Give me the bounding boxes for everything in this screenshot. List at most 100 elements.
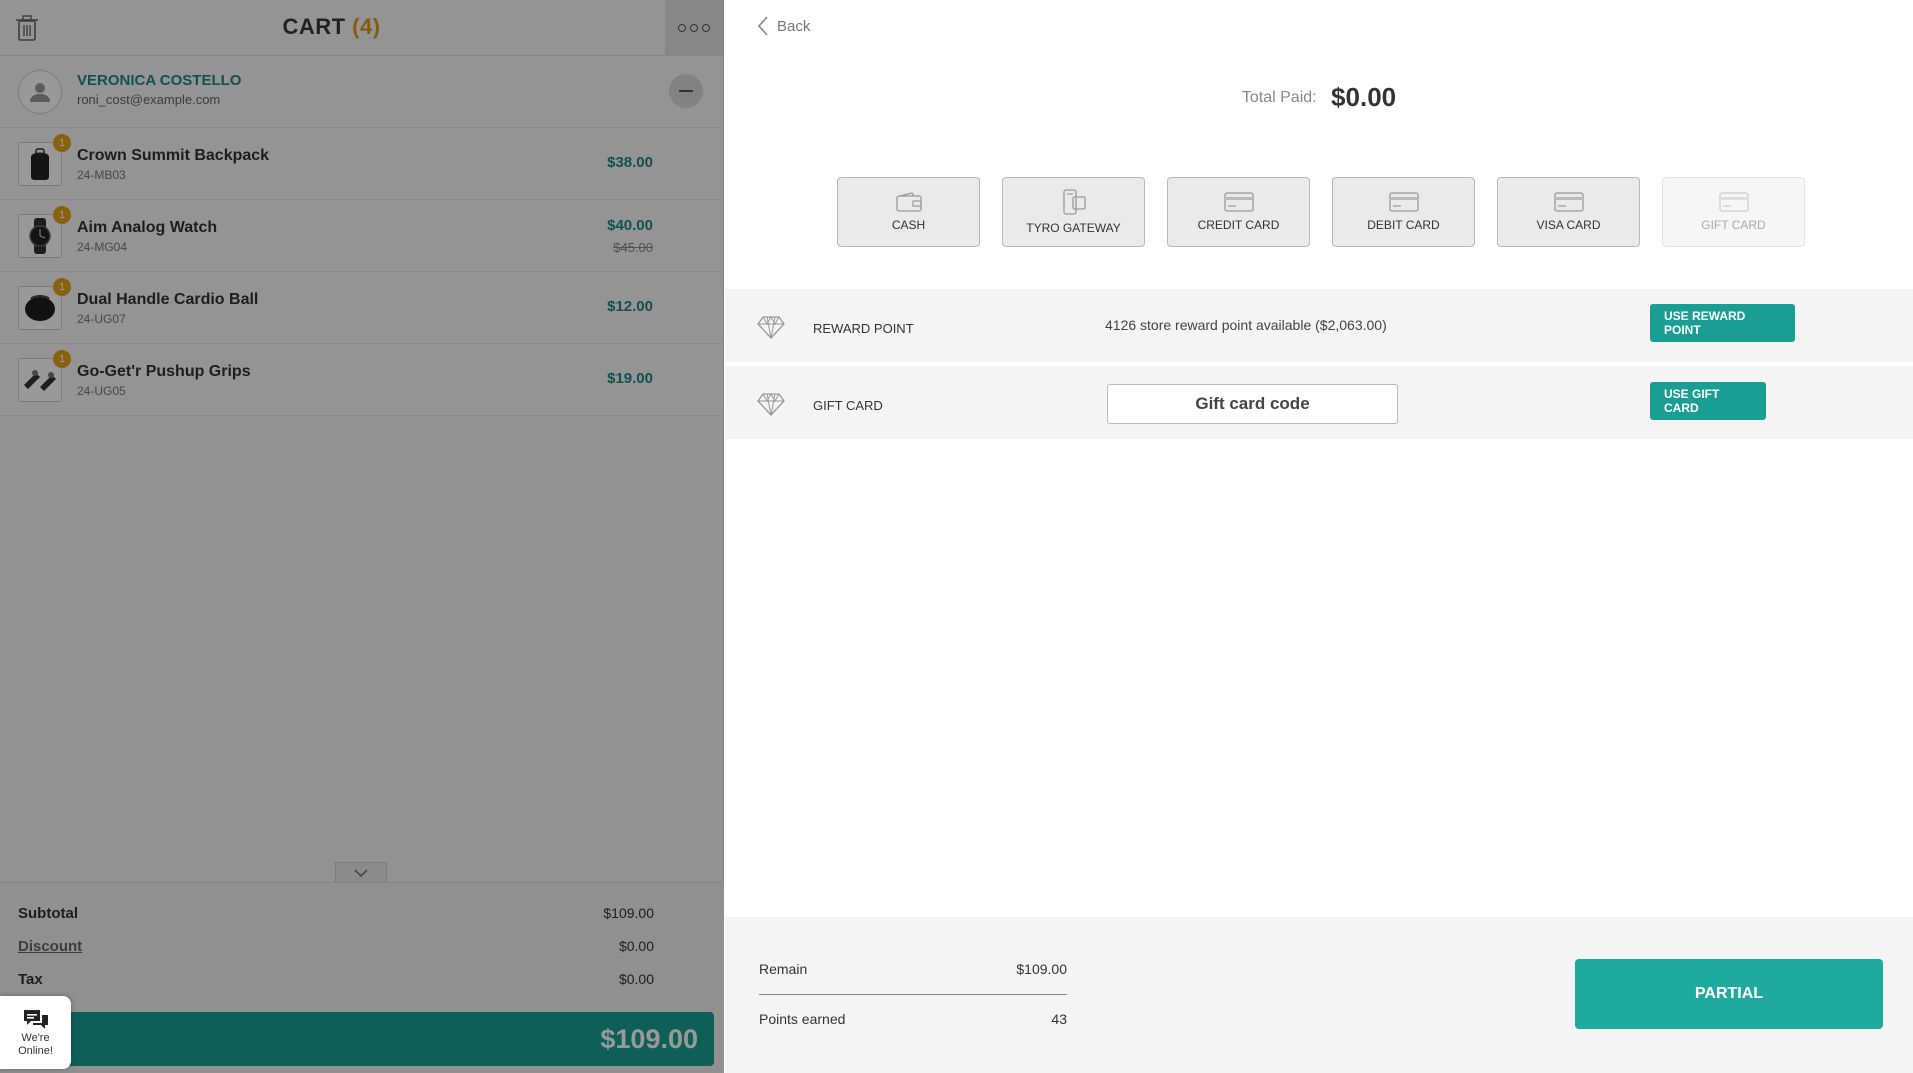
diamond-icon xyxy=(757,392,785,416)
payment-method-tyro-gateway[interactable]: TYRO GATEWAY xyxy=(1002,177,1145,247)
discount-link[interactable]: Discount xyxy=(18,938,82,955)
total-paid-label: Total Paid: xyxy=(1241,88,1317,106)
payment-method-debit-card[interactable]: DEBIT CARD xyxy=(1332,177,1475,247)
remain-row: Remain $109.00 xyxy=(759,961,1067,977)
subtotal-row: Subtotal $109.00 xyxy=(18,905,654,922)
item-price: $40.00 xyxy=(607,217,653,234)
backpack-icon xyxy=(31,148,49,180)
reward-point-label: REWARD POINT xyxy=(813,321,914,336)
more-options-button[interactable] xyxy=(665,0,723,55)
subtotal-value: $109.00 xyxy=(603,905,654,921)
subtotal-label: Subtotal xyxy=(18,905,78,922)
payment-footer: Remain $109.00 Points earned 43 PARTIAL xyxy=(725,917,1913,1073)
back-label: Back xyxy=(777,17,811,35)
cart-title-text: CART xyxy=(282,14,346,39)
customer-name: VERONICA COSTELLO xyxy=(77,72,242,89)
card-icon xyxy=(1718,192,1749,212)
card-icon xyxy=(1223,192,1254,212)
chat-widget[interactable]: We're Online! xyxy=(0,996,71,1069)
cart-header: CART (4) xyxy=(0,0,723,56)
dot-icon xyxy=(678,23,686,32)
item-name: Dual Handle Cardio Ball xyxy=(77,291,259,308)
minus-icon xyxy=(679,90,693,92)
remain-label: Remain xyxy=(759,961,808,977)
gift-card-code-input[interactable] xyxy=(1107,384,1398,424)
reward-point-row: REWARD POINT 4126 store reward point ava… xyxy=(725,289,1913,364)
user-icon xyxy=(30,83,50,102)
item-sku: 24-UG07 xyxy=(77,312,126,326)
item-sku: 24-MG04 xyxy=(77,240,128,254)
item-name: Go-Get'r Pushup Grips xyxy=(77,363,251,380)
payment-method-label: VISA CARD xyxy=(1536,218,1601,232)
watch-icon xyxy=(29,218,51,254)
payment-panel: Back Total Paid: $0.00 CASH TYRO GATEWAY… xyxy=(725,0,1913,1073)
gift-card-label: GIFT CARD xyxy=(813,398,883,413)
item-price: $38.00 xyxy=(607,154,653,171)
partial-button[interactable]: PARTIAL xyxy=(1575,959,1883,1029)
payment-method-credit-card[interactable]: CREDIT CARD xyxy=(1167,177,1310,247)
item-sku: 24-UG05 xyxy=(77,384,126,398)
payment-method-label: GIFT CARD xyxy=(1701,218,1766,232)
payment-methods: CASH TYRO GATEWAY CREDIT CARD DEBIT CARD… xyxy=(837,177,1827,247)
payment-method-label: DEBIT CARD xyxy=(1367,218,1440,232)
pushup-grips-icon xyxy=(24,370,56,391)
tax-label: Tax xyxy=(18,971,43,988)
cart-item[interactable]: 1 Dual Handle Cardio Ball 24-UG07 $12.00 xyxy=(0,272,723,344)
item-sku: 24-MB03 xyxy=(77,168,126,182)
card-icon xyxy=(1553,192,1584,212)
customer-row[interactable]: VERONICA COSTELLO roni_cost@example.com xyxy=(0,56,723,128)
collapse-totals-toggle[interactable] xyxy=(335,862,387,882)
payment-method-cash[interactable]: CASH xyxy=(837,177,980,247)
payment-method-label: CASH xyxy=(891,218,926,232)
use-gift-card-button[interactable]: USE GIFT CARD xyxy=(1650,382,1766,420)
quantity-badge: 1 xyxy=(53,134,71,152)
dot-icon xyxy=(702,23,710,32)
divider xyxy=(759,994,1067,995)
checkout-total-button[interactable]: $109.00 xyxy=(10,1012,714,1066)
points-earned-label: Points earned xyxy=(759,1011,846,1027)
ball-icon xyxy=(25,295,55,321)
quantity-badge: 1 xyxy=(53,350,71,368)
item-name: Aim Analog Watch xyxy=(77,219,218,236)
cart-item-count: (4) xyxy=(352,14,381,39)
gift-card-row: GIFT CARD USE GIFT CARD xyxy=(725,366,1913,441)
item-name: Crown Summit Backpack xyxy=(77,147,270,164)
payment-method-label: TYRO GATEWAY xyxy=(1026,221,1121,235)
card-icon xyxy=(1388,192,1419,212)
terminal-icon xyxy=(1062,189,1086,215)
item-price: $12.00 xyxy=(607,298,653,315)
reward-point-info: 4126 store reward point available ($2,06… xyxy=(1105,317,1387,333)
remove-customer-button[interactable] xyxy=(669,74,703,108)
chevron-down-icon xyxy=(354,868,368,877)
total-paid: Total Paid: $0.00 xyxy=(725,82,1913,113)
total-paid-value: $0.00 xyxy=(1331,82,1397,112)
chat-icon xyxy=(23,1009,48,1029)
payment-method-label: CREDIT CARD xyxy=(1197,218,1280,232)
item-original-price: $45.00 xyxy=(613,240,653,255)
item-price: $19.00 xyxy=(607,370,653,387)
dot-icon xyxy=(690,23,698,32)
cart-item[interactable]: 1 Aim Analog Watch 24-MG04 $40.00 $45.00 xyxy=(0,200,723,272)
chevron-left-icon xyxy=(757,16,768,36)
discount-value: $0.00 xyxy=(618,938,654,954)
tax-row: Tax $0.00 xyxy=(18,971,654,988)
payment-method-visa-card[interactable]: VISA CARD xyxy=(1497,177,1640,247)
use-reward-point-button[interactable]: USE REWARD POINT xyxy=(1650,304,1795,342)
tax-value: $0.00 xyxy=(618,971,654,987)
remain-value: $109.00 xyxy=(1016,961,1067,977)
cart-title: CART (4) xyxy=(0,14,663,40)
avatar xyxy=(18,70,62,114)
diamond-icon xyxy=(757,315,785,339)
chat-label: We're Online! xyxy=(18,1031,53,1057)
cart-item[interactable]: 1 Go-Get'r Pushup Grips 24-UG05 $19.00 xyxy=(0,344,723,416)
discount-row: Discount $0.00 xyxy=(18,938,654,955)
payment-method-gift-card: GIFT CARD xyxy=(1662,177,1805,247)
cart-item[interactable]: 1 Crown Summit Backpack 24-MB03 $38.00 xyxy=(0,128,723,200)
points-earned-row: Points earned 43 xyxy=(759,1011,1067,1027)
wallet-icon xyxy=(895,192,922,212)
back-button[interactable]: Back xyxy=(757,16,810,36)
cart-totals: Subtotal $109.00 Discount $0.00 Tax $0.0… xyxy=(0,882,724,1073)
quantity-badge: 1 xyxy=(53,206,71,224)
cart-panel: CART (4) VERONICA COSTELLO roni_cost@exa… xyxy=(0,0,724,1073)
customer-email: roni_cost@example.com xyxy=(77,92,221,107)
